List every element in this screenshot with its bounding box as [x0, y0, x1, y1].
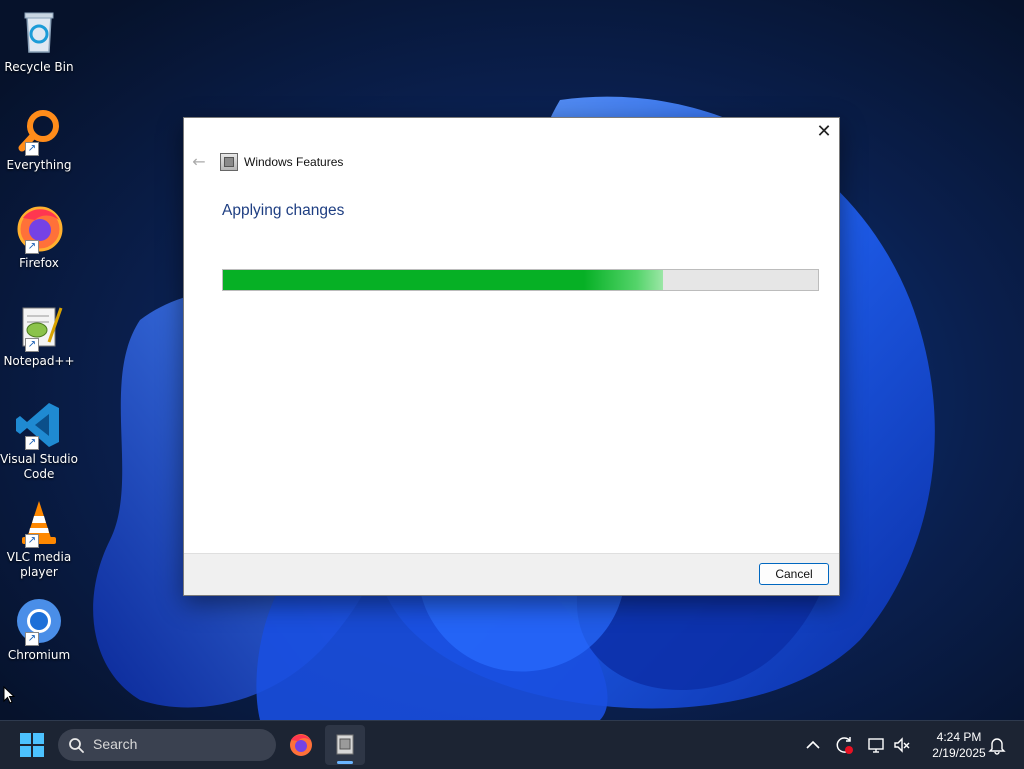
desktop-icon-recycle-bin[interactable]: Recycle Bin [0, 8, 78, 75]
vscode-icon: ↗ [13, 400, 65, 450]
taskbar: Search 4:24 PM 2/19/2025 [0, 720, 1024, 769]
shortcut-arrow-icon: ↗ [25, 240, 39, 254]
shortcut-arrow-icon: ↗ [25, 534, 39, 548]
shortcut-arrow-icon: ↗ [25, 632, 39, 646]
desktop-icon-firefox[interactable]: ↗ Firefox [0, 204, 78, 271]
desktop-icon-visual-studio-code[interactable]: ↗ Visual Studio Code [0, 400, 78, 482]
dialog-footer: Cancel [184, 553, 839, 595]
cancel-button[interactable]: Cancel [759, 563, 829, 585]
desktop-icon-everything[interactable]: ↗ Everything [0, 106, 78, 173]
volume-muted-icon[interactable] [892, 735, 912, 755]
windows-start-icon[interactable] [20, 733, 44, 757]
shortcut-arrow-icon: ↗ [25, 142, 39, 156]
search-placeholder: Search [93, 736, 138, 752]
chromium-icon: ↗ [13, 596, 65, 646]
update-icon[interactable] [835, 735, 855, 755]
taskbar-search-box[interactable]: Search [58, 729, 276, 761]
notepad-plus-plus-icon: ↗ [13, 302, 65, 352]
everything-icon: ↗ [13, 106, 65, 156]
progress-bar [222, 269, 819, 291]
windows-features-icon [336, 734, 354, 755]
desktop-icon-label: Firefox [19, 256, 59, 270]
windows-features-dialog: ✕ ← Windows Features Applying changes Ca… [183, 117, 840, 596]
progress-bar-fill [223, 270, 664, 290]
back-arrow-icon[interactable]: ← [190, 153, 208, 171]
desktop-icon-label: Visual Studio Code [0, 452, 78, 481]
close-button[interactable]: ✕ [809, 118, 839, 146]
desktop-icon-label: Chromium [7, 648, 71, 662]
firefox-icon: ↗ [13, 204, 65, 254]
shortcut-arrow-icon: ↗ [25, 436, 39, 450]
dialog-nav-bar: ← Windows Features [190, 152, 343, 172]
network-icon[interactable] [867, 735, 887, 755]
desktop-icon-notepad-plus-plus[interactable]: ↗ Notepad++ [0, 302, 78, 369]
vlc-cone-icon: ↗ [13, 498, 65, 548]
chevron-up-icon[interactable] [803, 735, 823, 755]
desktop-icon-label: Recycle Bin [4, 60, 74, 74]
firefox-icon [290, 734, 312, 756]
desktop-icon-label: VLC media player [6, 550, 72, 579]
active-app-indicator [337, 761, 353, 764]
desktop-icon-label: Everything [6, 158, 72, 172]
desktop-icon-vlc[interactable]: ↗ VLC media player [0, 498, 78, 580]
shortcut-arrow-icon: ↗ [25, 338, 39, 352]
desktop-icon-label: Notepad++ [3, 354, 75, 368]
dialog-heading: Applying changes [222, 202, 345, 219]
recycle-bin-icon [13, 8, 65, 58]
taskbar-firefox-button[interactable] [281, 725, 321, 765]
windows-features-app-icon [220, 153, 238, 171]
dialog-title: Windows Features [244, 155, 344, 169]
taskbar-windows-features-button[interactable] [325, 725, 365, 765]
notification-icon[interactable] [987, 735, 1007, 755]
desktop-icon-chromium[interactable]: ↗ Chromium [0, 596, 78, 663]
search-icon [69, 738, 84, 753]
mouse-cursor-icon [3, 686, 15, 704]
